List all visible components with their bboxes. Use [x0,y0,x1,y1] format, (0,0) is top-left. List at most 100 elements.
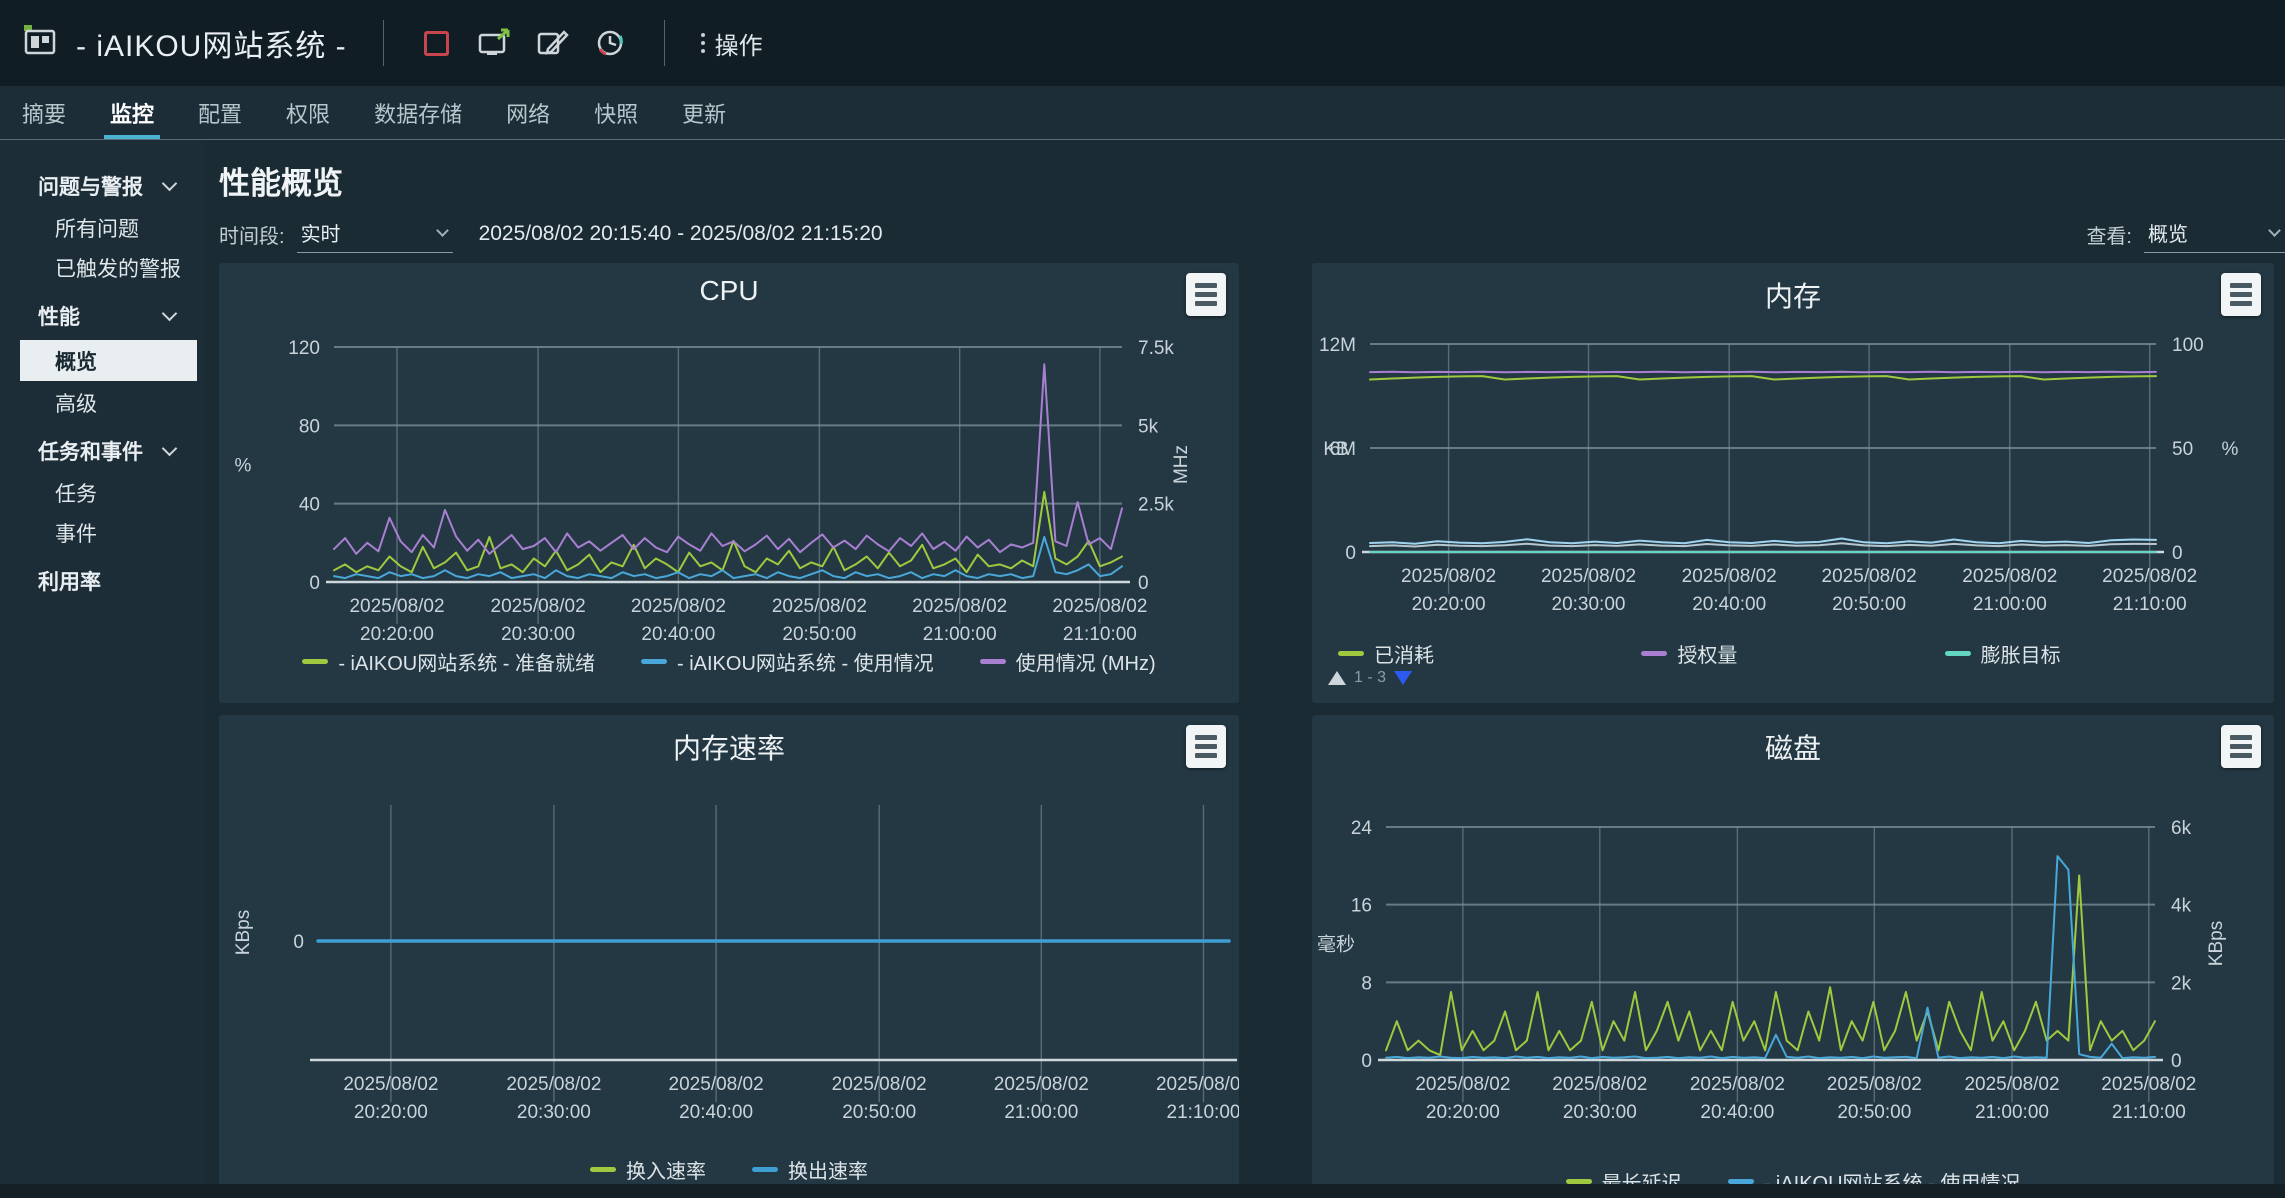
time-range-select[interactable]: 实时 [297,215,453,253]
svg-text:2.5k: 2.5k [1138,495,1174,516]
sidebar-item-label: 利用率 [38,566,101,596]
svg-text:0: 0 [293,932,304,953]
svg-text:0: 0 [2172,543,2183,564]
svg-text:2k: 2k [2171,973,2192,994]
legend-item[interactable]: 授权量 [1641,639,1944,668]
svg-text:21:10:00: 21:10:00 [1167,1102,1239,1123]
svg-text:21:10:00: 21:10:00 [2112,1102,2186,1123]
sidebar-item-tasks-events[interactable]: 任务和事件 [0,429,205,473]
sidebar-item-overview[interactable]: 概览 [20,340,197,381]
legend-swatch-icon [302,659,328,664]
view-label: 查看: [2086,220,2132,249]
svg-text:2025/08/02: 2025/08/02 [1964,1074,2059,1095]
sidebar-item-advanced[interactable]: 高级 [0,383,205,423]
sidebar-item-label: 事件 [55,518,97,548]
legend-page-up-icon[interactable] [1328,671,1346,685]
svg-text:20:30:00: 20:30:00 [501,624,575,645]
svg-text:80: 80 [299,416,320,437]
tab-updates[interactable]: 更新 [660,86,748,139]
tab-bar: 摘要监控配置权限数据存储网络快照更新 [0,86,2285,140]
sidebar-item-all-issues[interactable]: 所有问题 [0,208,205,248]
legend-item[interactable]: - iAIKOU网站系统 - 使用情况 [641,647,934,676]
sidebar-item-performance[interactable]: 性能 [0,294,205,338]
svg-text:2025/08/02: 2025/08/02 [1690,1074,1785,1095]
legend-item[interactable]: 膨胀目标 [1945,639,2248,668]
svg-text:4k: 4k [2171,896,2192,917]
svg-text:21:00:00: 21:00:00 [923,624,997,645]
sidebar-item-events[interactable]: 事件 [0,513,205,553]
legend-item[interactable]: 已消耗 [1338,639,1641,668]
svg-text:20:30:00: 20:30:00 [517,1102,591,1123]
actions-label: 操作 [715,26,763,61]
svg-text:0: 0 [1138,573,1149,594]
legend-swatch-icon [1338,651,1364,656]
legend-item[interactable]: 使用情况 (MHz) [980,647,1156,676]
svg-text:0: 0 [1361,1051,1372,1072]
tab-monitor[interactable]: 监控 [88,86,176,139]
legend-item[interactable]: 换入速率 [590,1155,706,1184]
tab-configure[interactable]: 配置 [176,86,264,139]
svg-text:MHz: MHz [1171,445,1192,484]
edit-settings-icon[interactable] [536,26,570,60]
legend-item[interactable]: 换出速率 [752,1155,868,1184]
chart-menu-icon[interactable] [1186,273,1226,316]
svg-text:20:30:00: 20:30:00 [1552,594,1626,615]
svg-text:5k: 5k [1138,416,1159,437]
svg-text:2025/08/02: 2025/08/02 [994,1074,1089,1095]
sidebar-item-tasks[interactable]: 任务 [0,473,205,513]
svg-text:KBps: KBps [233,910,254,955]
chart-title: 内存 [1312,275,2274,315]
svg-text:20:50:00: 20:50:00 [1837,1102,1911,1123]
svg-text:2025/08/02: 2025/08/02 [832,1074,927,1095]
sidebar-item-label: 所有问题 [55,213,139,243]
svg-text:%: % [2222,439,2239,460]
svg-text:20:20:00: 20:20:00 [360,624,434,645]
sidebar-item-issues-alarms[interactable]: 问题与警报 [0,164,205,208]
svg-text:2025/08/02: 2025/08/02 [1415,1074,1510,1095]
chevron-down-icon [436,224,449,237]
sidebar: 问题与警报所有问题已触发的警报性能概览高级任务和事件任务事件利用率 [0,140,205,1198]
actions-menu-button[interactable]: 操作 [701,26,763,61]
svg-text:21:00:00: 21:00:00 [1004,1102,1078,1123]
sidebar-item-label: 问题与警报 [38,171,143,201]
window-titlebar: - iAIKOU网站系统 - 操作 [0,0,2285,86]
legend-swatch-icon [980,659,1006,664]
svg-text:16: 16 [1351,896,1372,917]
legend-swatch-icon [590,1167,616,1172]
svg-text:2025/08/02: 2025/08/02 [1401,566,1496,587]
view-select[interactable]: 概览 [2144,215,2285,253]
vm-icon [20,23,60,64]
chart-menu-icon[interactable] [2221,273,2261,316]
svg-text:%: % [235,456,252,477]
power-off-icon[interactable] [420,26,454,60]
chart-legend: 已消耗授权量膨胀目标 [1312,639,2274,668]
tab-networks[interactable]: 网络 [484,86,572,139]
svg-text:20:40:00: 20:40:00 [641,624,715,645]
svg-text:12M: 12M [1319,335,1356,356]
svg-text:21:10:00: 21:10:00 [1063,624,1137,645]
svg-text:2025/08/02: 2025/08/02 [912,596,1007,617]
svg-text:24: 24 [1351,818,1373,839]
tab-permissions[interactable]: 权限 [264,86,352,139]
chart-canvas: 2025/08/0220:20:002025/08/0220:30:002025… [1312,263,2274,703]
chevron-down-icon [2268,224,2281,237]
sidebar-item-utilization[interactable]: 利用率 [0,559,205,603]
snapshot-icon[interactable] [594,26,628,60]
tab-datastores[interactable]: 数据存储 [352,86,484,139]
chart-menu-icon[interactable] [2221,725,2261,768]
svg-text:0: 0 [2171,1051,2182,1072]
tab-snapshots[interactable]: 快照 [572,86,660,139]
chart-menu-icon[interactable] [1186,725,1226,768]
chart-title: 内存速率 [219,727,1239,767]
svg-text:2025/08/02: 2025/08/02 [1682,566,1777,587]
svg-text:20:40:00: 20:40:00 [679,1102,753,1123]
launch-console-icon[interactable] [478,26,512,60]
legend-page-down-icon[interactable] [1394,671,1412,685]
legend-item[interactable]: - iAIKOU网站系统 - 准备就绪 [302,647,595,676]
svg-text:20:30:00: 20:30:00 [1563,1102,1637,1123]
svg-text:2025/08/02: 2025/08/02 [1541,566,1636,587]
svg-text:21:00:00: 21:00:00 [1973,594,2047,615]
tab-summary[interactable]: 摘要 [0,86,88,139]
svg-text:20:20:00: 20:20:00 [354,1102,428,1123]
sidebar-item-triggered-alarms[interactable]: 已触发的警报 [0,248,205,288]
